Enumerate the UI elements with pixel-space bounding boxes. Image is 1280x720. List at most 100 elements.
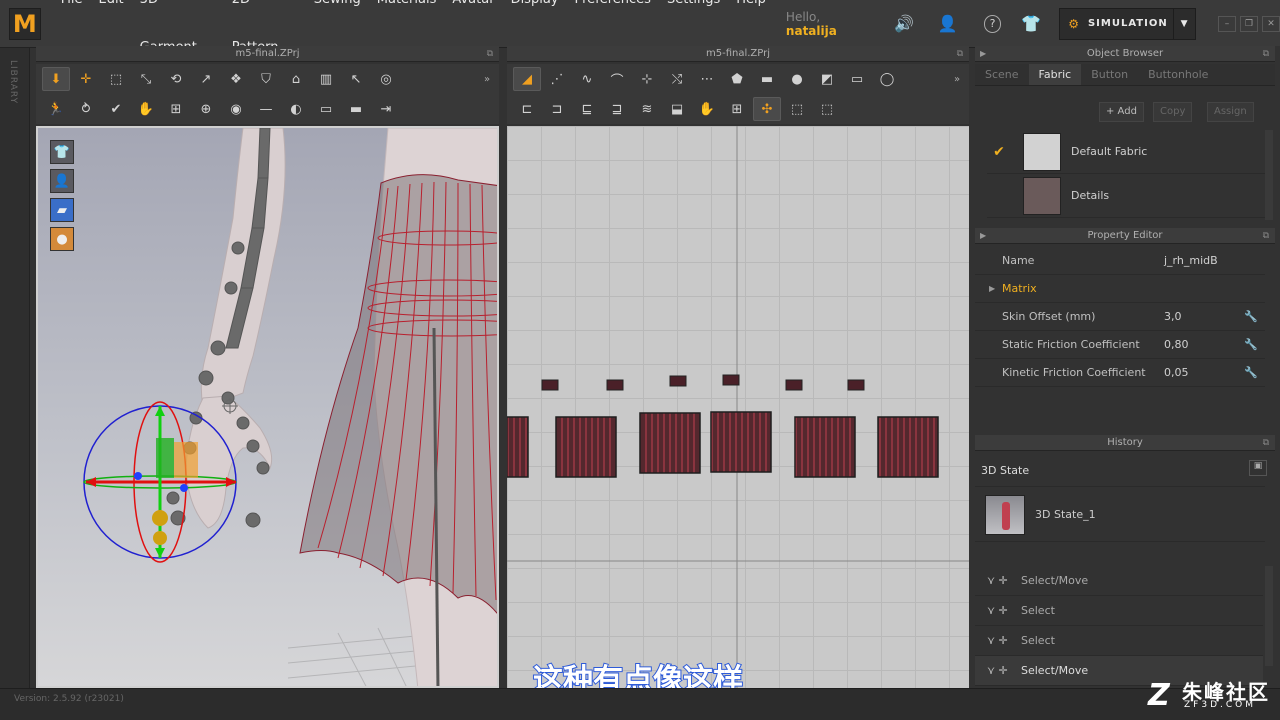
garment-view-icon[interactable]: 👕 (50, 140, 74, 164)
internal-polygon-icon[interactable]: ◩ (813, 67, 841, 91)
split-icon[interactable]: ⤭ (663, 67, 691, 91)
internal-line-icon[interactable]: ⋯ (693, 67, 721, 91)
garment-icon[interactable]: 👕 (1017, 10, 1045, 38)
wrench-icon[interactable]: 🔧 (1244, 310, 1258, 323)
close-icon[interactable]: ✕ (1262, 15, 1280, 32)
user-icon[interactable]: 👤 (934, 10, 962, 38)
flat-tool-icon[interactable]: ▭ (312, 97, 340, 121)
arrangement-icon[interactable]: ⥁ (72, 97, 100, 121)
sew-check-icon[interactable]: ≋ (633, 97, 661, 121)
maximize-ob-icon[interactable]: ⧉ (1263, 46, 1269, 62)
circle-icon[interactable]: ● (783, 67, 811, 91)
select-mesh-icon[interactable]: ⬚ (102, 67, 130, 91)
expand-icon[interactable]: ▶ (989, 284, 995, 293)
add-point-icon[interactable]: ⊕ (192, 97, 220, 121)
prop-value[interactable]: j_rh_midB (1164, 254, 1244, 267)
internal-circle-icon[interactable]: ◯ (873, 67, 901, 91)
select-move-icon[interactable]: ✛ (72, 67, 100, 91)
hole-tool-icon[interactable]: ◐ (282, 97, 310, 121)
avatar-pose-icon[interactable]: 🏃 (42, 97, 70, 121)
prop-value[interactable]: 3,0 (1164, 310, 1244, 323)
chevron-down-icon[interactable]: ▼ (1173, 8, 1195, 39)
hand-2d-icon[interactable]: ✋ (693, 97, 721, 121)
pattern-grid-icon[interactable]: ⊞ (162, 97, 190, 121)
prop-value[interactable]: 0,05 (1164, 366, 1244, 379)
maximize-2d-icon[interactable]: ⧉ (957, 46, 963, 62)
seam-icon[interactable]: ⊏ (513, 97, 541, 121)
prop-matrix[interactable]: ▶ Matrix (975, 275, 1265, 303)
simulation-toggle-icon[interactable]: ⬇ (42, 67, 70, 91)
polygon-icon[interactable]: ⬟ (723, 67, 751, 91)
check-tool-icon[interactable]: ✔ (102, 97, 130, 121)
transform-icon[interactable]: ⤡ (132, 67, 160, 91)
view3d-toolbar-1: ⬇ ✛ ⬚ ⤡ ⟲ ↗ ❖ ⛉ ⌂ ▥ ↖ ◎ » (36, 64, 499, 94)
shirt-tool-icon[interactable]: ⛉ (252, 67, 280, 91)
surface-tool-icon[interactable]: ▬ (342, 97, 370, 121)
texture-view-icon[interactable]: ▰ (50, 198, 74, 222)
tab-scene[interactable]: Scene (975, 64, 1029, 85)
copy-fabric-button[interactable]: Copy (1153, 102, 1193, 122)
fabric-item[interactable]: Details (987, 174, 1265, 218)
collapse-icon[interactable]: ▶ (980, 46, 986, 62)
dress-icon[interactable]: ▥ (312, 67, 340, 91)
history-scrollbar[interactable] (1265, 566, 1273, 666)
watermark-logo-icon: Z (1148, 678, 1170, 713)
circle-point-icon[interactable]: ◉ (222, 97, 250, 121)
skin-view-icon[interactable]: ● (50, 227, 74, 251)
simulation-button[interactable]: ⚙ SIMULATION ▼ (1059, 7, 1197, 40)
wrench-icon[interactable]: 🔧 (1244, 338, 1258, 351)
tab-fabric[interactable]: Fabric (1028, 64, 1082, 85)
maximize-icon[interactable]: ⧉ (487, 46, 493, 62)
wrench-icon[interactable]: 🔧 (1244, 366, 1258, 379)
tab-button[interactable]: Button (1081, 64, 1138, 85)
add-fabric-button[interactable]: + Add (1099, 102, 1144, 122)
iron-icon[interactable]: ⬓ (663, 97, 691, 121)
help-icon[interactable]: ? (983, 14, 1002, 33)
measure-icon[interactable]: ↖ (342, 67, 370, 91)
fabric-scrollbar[interactable] (1265, 130, 1273, 220)
ring-icon[interactable]: ◎ (372, 67, 400, 91)
free-seam-icon[interactable]: ⊐ (543, 97, 571, 121)
tack-icon[interactable]: ❖ (222, 67, 250, 91)
library-strip[interactable]: LIBRARY (0, 48, 30, 688)
rectangle-icon[interactable]: ▬ (753, 67, 781, 91)
add-point-2d-icon[interactable]: ⊹ (633, 67, 661, 91)
history-item[interactable]: ⋎ ✛ Select (975, 596, 1263, 626)
history-item[interactable]: ⋎ ✛ Select (975, 626, 1263, 656)
assign-fabric-button[interactable]: Assign (1207, 102, 1254, 122)
restore-icon[interactable]: ❐ (1240, 15, 1259, 32)
line-tool-icon[interactable]: — (252, 97, 280, 121)
viewport-2d[interactable] (507, 126, 969, 688)
history-state-item[interactable]: 3D State_1 (975, 486, 1265, 542)
maximize-history-icon[interactable]: ⧉ (1263, 435, 1269, 451)
more-tools-icon[interactable]: » (479, 67, 495, 91)
fold-icon[interactable]: ⟲ (162, 67, 190, 91)
tab-buttonhole[interactable]: Buttonhole (1138, 64, 1218, 85)
button-tool-icon[interactable]: ✣ (753, 97, 781, 121)
select-area-icon[interactable]: ⬚ (783, 97, 811, 121)
pin-icon[interactable]: ↗ (192, 67, 220, 91)
more-2d-tools-icon[interactable]: » (949, 67, 965, 91)
prop-value[interactable]: 0,80 (1164, 338, 1244, 351)
history-item[interactable]: ⋎ ✛ Select/Move (975, 566, 1263, 596)
pattern-grid-2d-icon[interactable]: ⊞ (723, 97, 751, 121)
curve-point-icon[interactable]: ⌒ (603, 67, 631, 91)
speaker-icon[interactable]: 🔊 (890, 10, 918, 38)
avatar-view-icon[interactable]: 👤 (50, 169, 74, 193)
fabric-item[interactable]: ✔ Default Fabric (987, 130, 1265, 174)
edit-curve-icon[interactable]: ∿ (573, 67, 601, 91)
transform-pattern-icon[interactable]: ◢ (513, 67, 541, 91)
free-sew-icon[interactable]: ⊒ (603, 97, 631, 121)
internal-rect-icon[interactable]: ▭ (843, 67, 871, 91)
viewport-3d[interactable]: 👕 👤 ▰ ● (36, 126, 499, 688)
hand-tool-icon[interactable]: ✋ (132, 97, 160, 121)
segment-sew-icon[interactable]: ⊑ (573, 97, 601, 121)
garment-fit-icon[interactable]: ⌂ (282, 67, 310, 91)
select-area-2-icon[interactable]: ⬚ (813, 97, 841, 121)
edit-point-icon[interactable]: ⋰ (543, 67, 571, 91)
collapse-pe-icon[interactable]: ▶ (980, 228, 986, 244)
maximize-pe-icon[interactable]: ⧉ (1263, 228, 1269, 244)
snapshot-icon[interactable]: ▣ (1249, 460, 1267, 476)
arrow-tool-icon[interactable]: ⇥ (372, 97, 400, 121)
minimize-icon[interactable]: – (1218, 15, 1237, 32)
